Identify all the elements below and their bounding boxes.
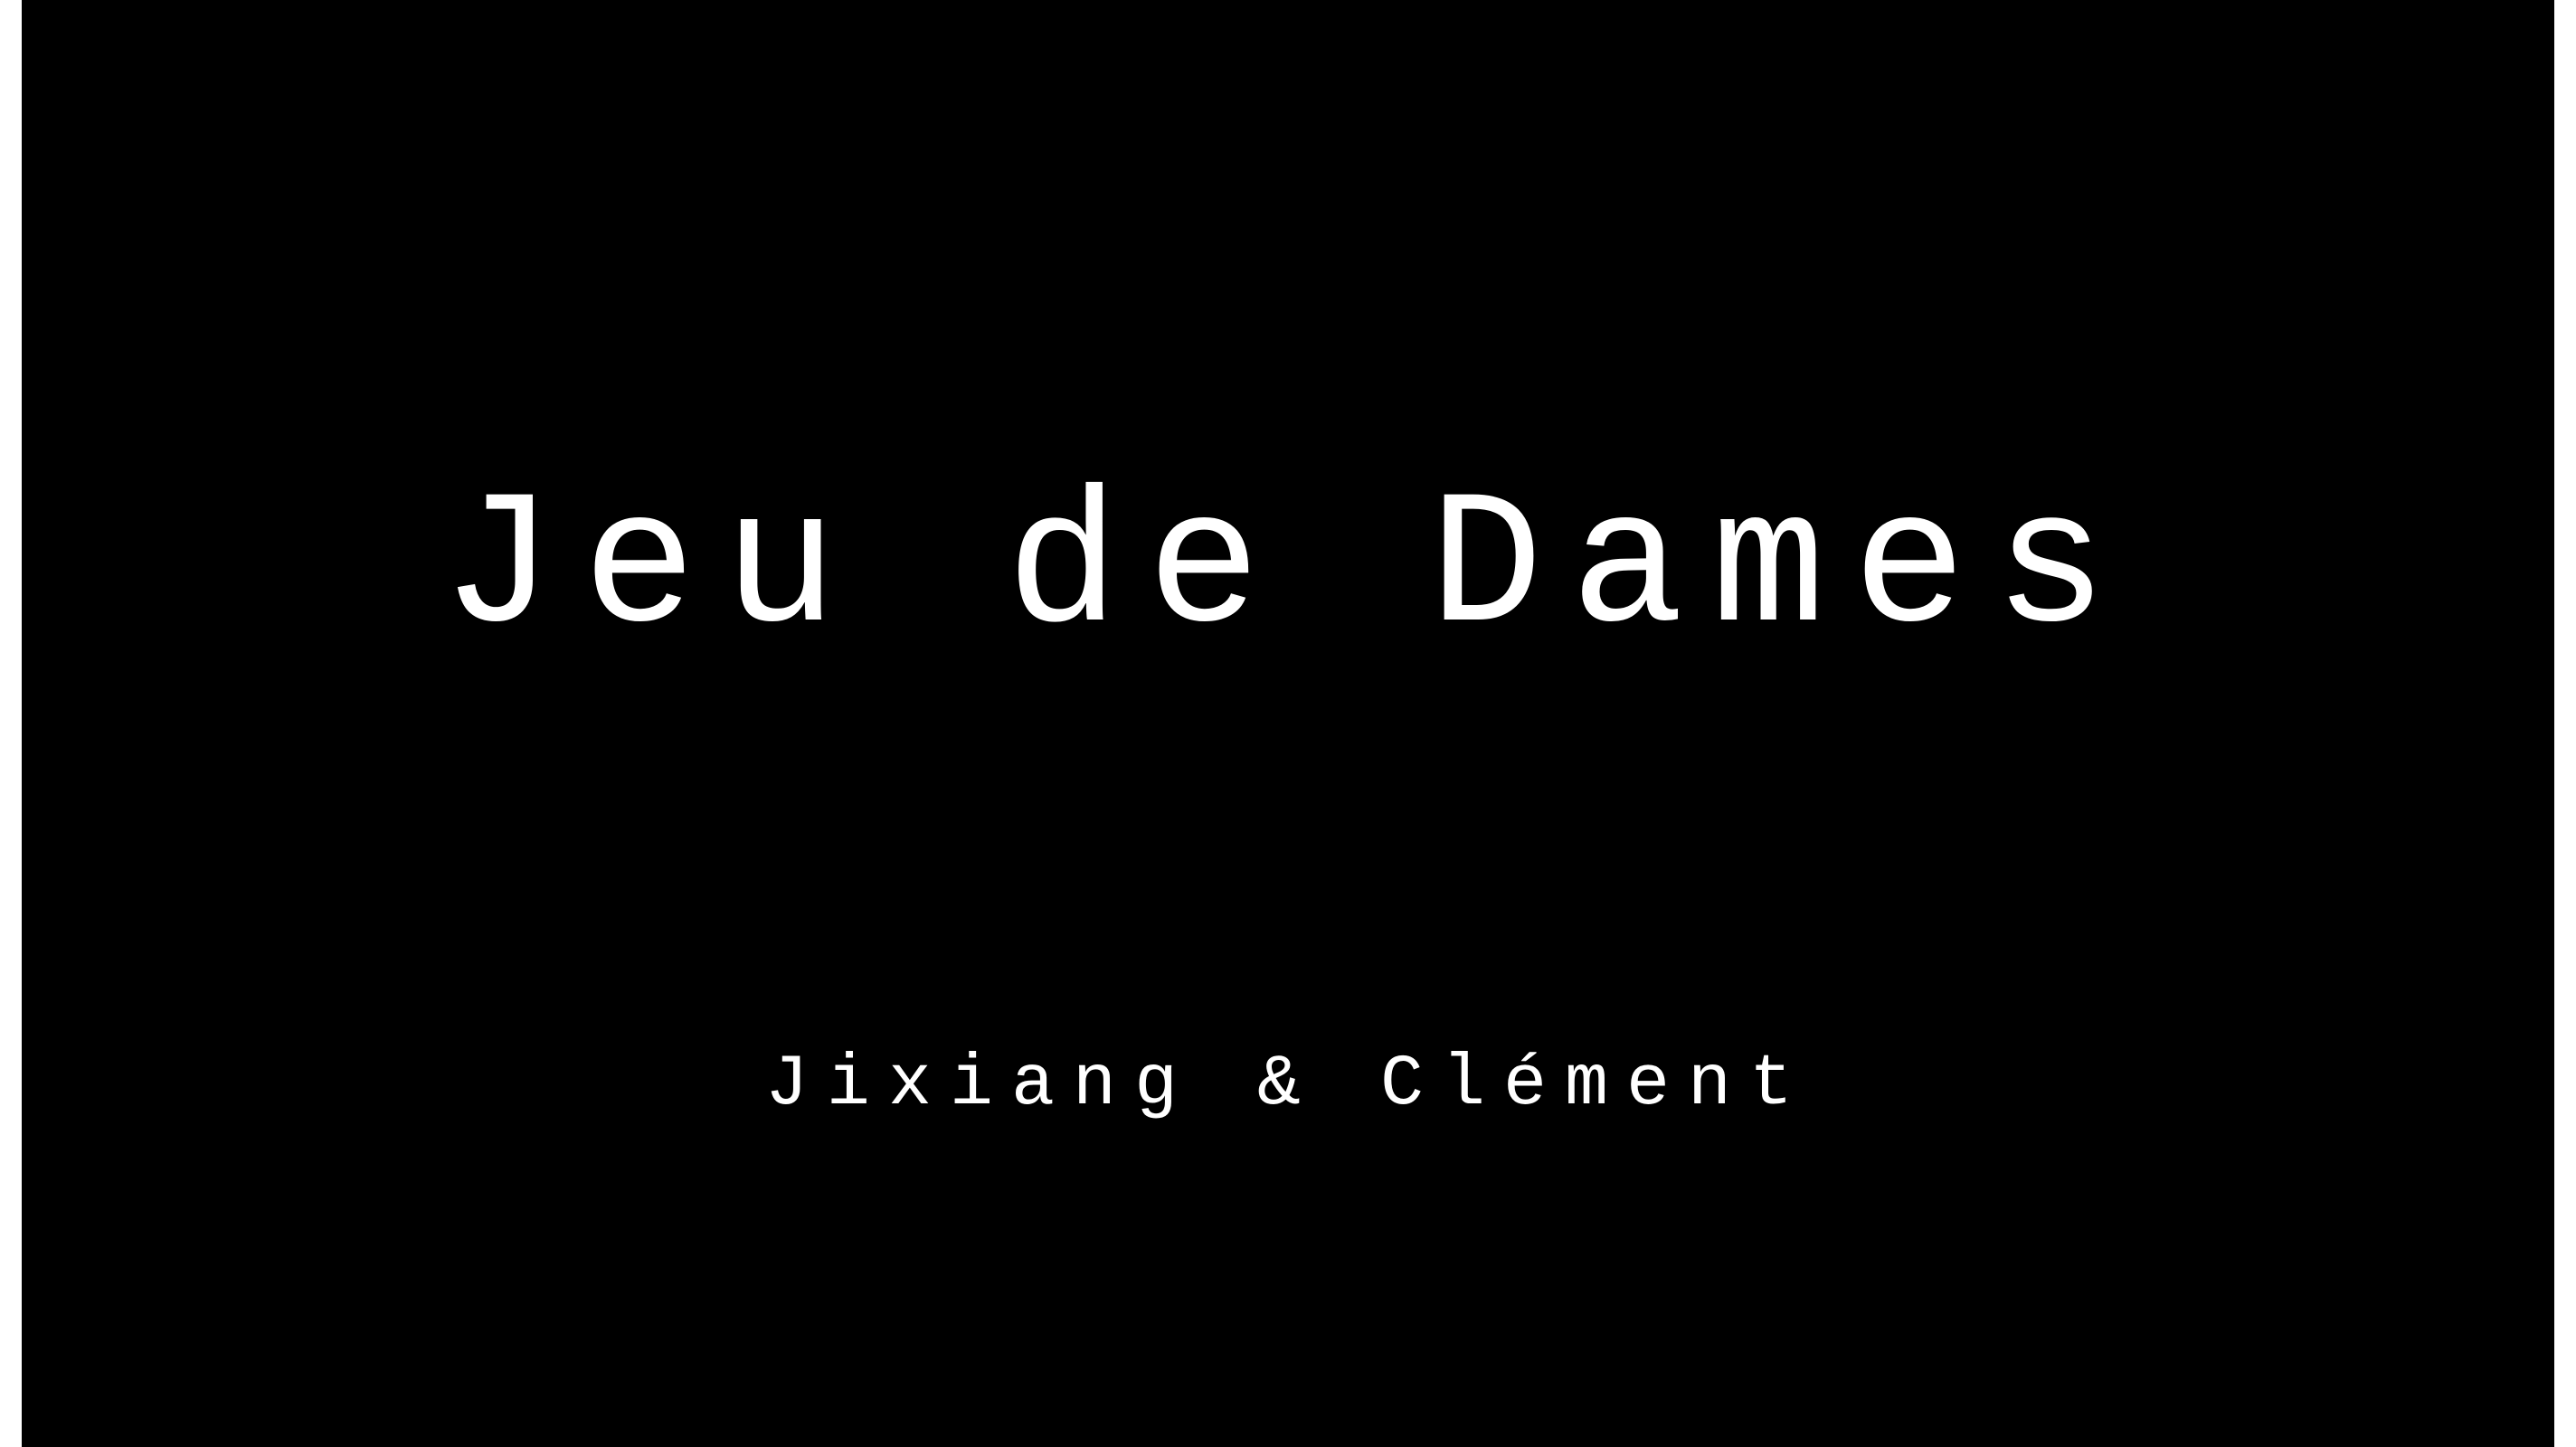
presentation-frame: Jeu de Dames Jixiang & Clément — [0, 0, 2576, 1447]
title-slide: Jeu de Dames Jixiang & Clément — [22, 0, 2554, 1447]
slide-subtitle: Jixiang & Clément — [764, 1044, 1812, 1126]
slide-title: Jeu de Dames — [440, 462, 2136, 677]
